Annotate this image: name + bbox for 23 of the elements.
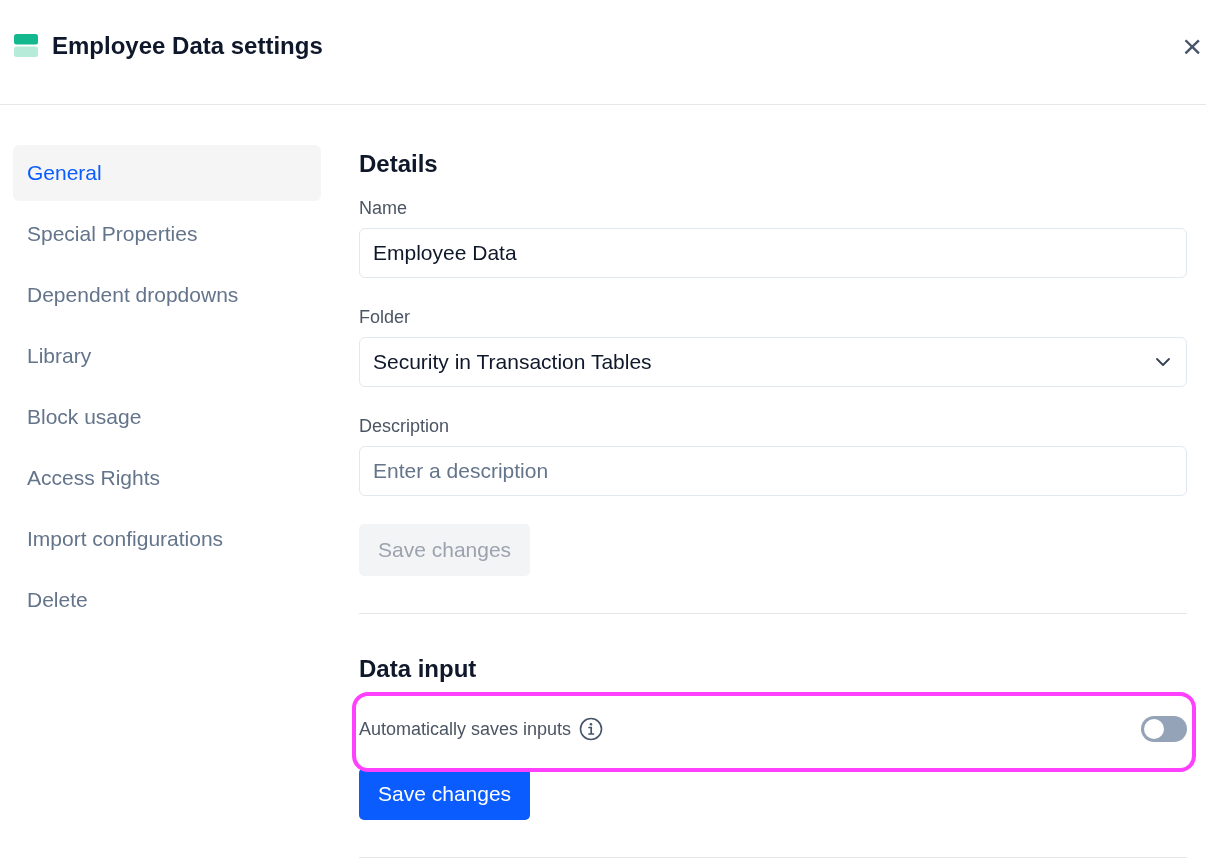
sidebar-item[interactable]: General <box>13 145 321 201</box>
sidebar-item[interactable]: Library <box>13 328 321 384</box>
sidebar-item[interactable]: Import configurations <box>13 511 321 567</box>
field-label: Name <box>359 197 408 219</box>
setting-label: Automatically saves inputs <box>359 718 572 740</box>
close-button[interactable]: × <box>1180 30 1204 61</box>
dialog-title: Employee Data settings <box>52 31 323 60</box>
dropdown-field[interactable]: Security in Transaction Tables <box>359 337 1187 387</box>
save-button[interactable]: Save changes <box>359 768 531 820</box>
toggle-switch[interactable] <box>1141 716 1187 742</box>
field-label: Description <box>359 415 451 437</box>
info-icon[interactable] <box>579 717 604 741</box>
table-icon <box>14 33 38 58</box>
text-field[interactable]: Enter a description <box>359 446 1187 496</box>
field-label: Folder <box>359 306 412 328</box>
sidebar-item[interactable]: Block usage <box>13 389 321 445</box>
sidebar-item[interactable]: Special Properties <box>13 206 321 262</box>
sidebar-item[interactable]: Delete <box>13 572 321 628</box>
sidebar-item[interactable]: Access Rights <box>13 450 321 506</box>
text-field[interactable]: Employee Data <box>359 228 1187 278</box>
section-heading: Details <box>359 149 439 179</box>
sidebar-item[interactable]: Dependent dropdowns <box>13 267 321 323</box>
section-heading: Data input <box>359 654 478 684</box>
